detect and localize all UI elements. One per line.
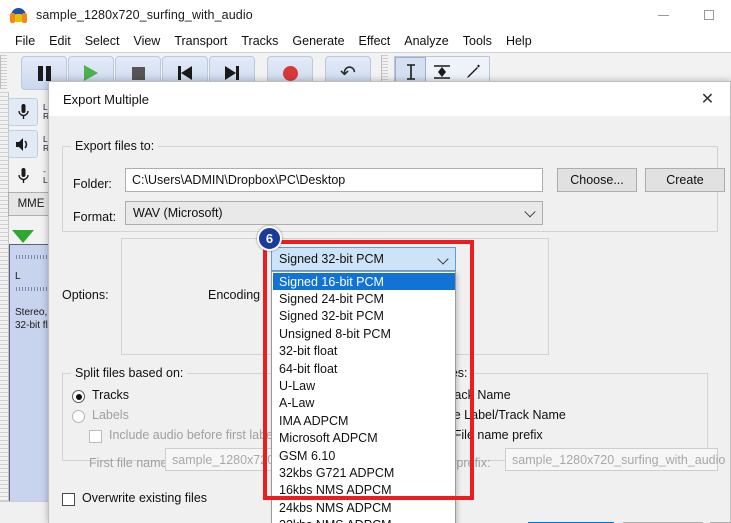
encoding-option-11[interactable]: 32kbs G721 ADPCM [273,464,455,481]
encoding-select-value: Signed 32-bit PCM [279,252,384,266]
menu-edit[interactable]: Edit [42,32,78,50]
dialog-titlebar: Export Multiple ✕ [49,82,730,116]
folder-input[interactable]: C:\Users\ADMIN\Dropbox\PC\Desktop [125,168,543,192]
chevron-down-icon [524,206,536,218]
encoding-option-8[interactable]: IMA ADPCM [273,412,455,429]
audacity-logo-icon [10,7,27,24]
encoding-option-6[interactable]: U-Law [273,377,455,394]
toolbar-grip[interactable] [0,55,7,89]
encoding-label: Encoding [208,288,261,302]
encoding-option-9[interactable]: Microsoft ADPCM [273,430,455,447]
menu-tracks[interactable]: Tracks [234,32,285,50]
close-icon[interactable]: ✕ [685,82,730,116]
maximize-icon[interactable] [686,0,731,30]
microphone-meter-icon[interactable] [8,162,38,190]
radio-tracks-label: Tracks [92,388,130,402]
speaker-icon[interactable] [8,130,38,158]
menu-select[interactable]: Select [78,32,127,50]
export-files-to-legend: Export files to: [71,139,159,153]
split-files-legend: Split files based on: [71,366,188,380]
window-controls [641,0,731,30]
encoding-option-7[interactable]: A-Law [273,395,455,412]
menu-generate[interactable]: Generate [285,32,351,50]
include-audio-label: Include audio before first label [109,428,276,442]
menu-transport[interactable]: Transport [167,32,234,50]
format-select-value: WAV (Microsoft) [133,206,223,220]
options-label: Options: [62,288,109,302]
radio-labels-label: Labels [92,408,129,422]
screen: sample_1280x720_surfing_with_audio File … [0,0,731,523]
first-file-name-label: First file name: [89,456,171,470]
minimize-icon[interactable] [641,0,686,30]
chevron-down-icon [437,253,449,265]
encoding-option-12[interactable]: 16kbs NMS ADPCM [273,482,455,499]
create-button[interactable]: Create [645,168,725,192]
folder-label: Folder: [73,177,112,191]
format-select[interactable]: WAV (Microsoft) [125,201,543,225]
menubar: File Edit Select View Transport Tracks G… [0,30,731,52]
track-channel-label: L [15,271,21,282]
encoding-option-5[interactable]: 64-bit float [273,360,455,377]
menu-tools[interactable]: Tools [456,32,499,50]
overwrite-checkbox[interactable] [62,493,75,506]
encoding-option-13[interactable]: 24kbs NMS ADPCM [273,499,455,516]
encoding-option-3[interactable]: Unsigned 8-bit PCM [273,325,455,342]
menu-effect[interactable]: Effect [352,32,398,50]
menu-view[interactable]: View [126,32,167,50]
radio-labels[interactable] [72,410,85,423]
encoding-option-1[interactable]: Signed 24-bit PCM [273,290,455,307]
overwrite-label: Overwrite existing files [82,491,208,505]
encoding-option-14[interactable]: 32kbs NMS ADPCM [273,516,455,523]
encoding-option-0[interactable]: Signed 16-bit PCM [273,273,455,291]
include-audio-checkbox[interactable] [89,430,102,443]
encoding-dropdown-list[interactable]: Signed 16-bit PCM Signed 24-bit PCM Sign… [271,271,456,523]
menu-analyze[interactable]: Analyze [397,32,455,50]
encoding-select[interactable]: Signed 32-bit PCM [271,247,456,271]
encoding-option-4[interactable]: 32-bit float [273,343,455,360]
app-titlebar: sample_1280x720_surfing_with_audio [0,0,731,30]
menu-help[interactable]: Help [499,32,539,50]
microphone-icon[interactable] [8,98,38,126]
app-title: sample_1280x720_surfing_with_audio [36,8,253,22]
radio-tracks[interactable] [72,390,85,403]
encoding-option-10[interactable]: GSM 6.10 [273,447,455,464]
encoding-option-2[interactable]: Signed 32-bit PCM [273,308,455,325]
menu-file[interactable]: File [8,32,42,50]
choose-button[interactable]: Choose... [557,168,637,192]
step-badge: 6 [257,226,282,251]
dialog-title: Export Multiple [63,91,149,107]
format-label: Format: [73,210,117,224]
file-name-prefix-input[interactable]: sample_1280x720_surfing_with_audio [505,448,725,471]
